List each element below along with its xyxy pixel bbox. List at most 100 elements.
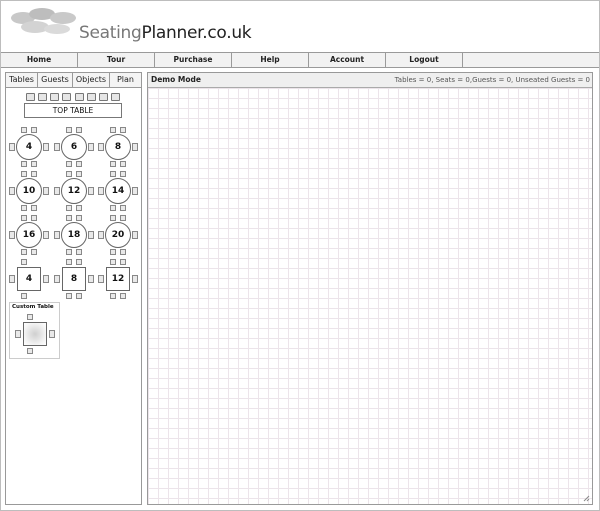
chair-icon [110,93,120,101]
table-seat-count: 4 [16,134,42,160]
chair-icon [43,275,49,283]
chair-icon [110,249,116,255]
round-table-16[interactable]: 16 [9,215,49,255]
chair-icon [66,171,72,177]
chair-icon [9,187,15,195]
nav-account[interactable]: Account [309,53,386,67]
table-seat-count: 12 [61,178,87,204]
chair-icon [132,143,138,151]
chair-icon [120,127,126,133]
chair-icon [21,215,27,221]
round-table-14[interactable]: 14 [98,171,138,211]
chair-icon [120,293,126,299]
chair-icon [88,143,94,151]
nav-purchase[interactable]: Purchase [155,53,232,67]
chair-icon [120,161,126,167]
chair-icon [110,127,116,133]
chair-icon [66,249,72,255]
chair-icon [9,275,15,283]
chair-icon [43,231,49,239]
tab-plan[interactable]: Plan [110,73,141,87]
table-seat-count: 6 [61,134,87,160]
tab-guests[interactable]: Guests [38,73,73,87]
resize-grip-icon[interactable] [582,494,590,502]
round-table-4[interactable]: 4 [9,127,49,167]
chair-icon [98,275,104,283]
table-seat-count: 4 [17,267,41,291]
tab-tables[interactable]: Tables [6,73,38,87]
custom-table-shape [23,322,47,346]
chair-icon [110,205,116,211]
round-table-20[interactable]: 20 [98,215,138,255]
chair-icon [120,171,126,177]
round-table-12[interactable]: 12 [54,171,94,211]
table-seat-count: 12 [106,267,130,291]
chair-icon [66,215,72,221]
round-table-10[interactable]: 10 [9,171,49,211]
chair-icon [86,93,96,101]
plan-stats: Tables = 0, Seats = 0,Guests = 0, Unseat… [394,76,590,84]
table-seat-count: 10 [16,178,42,204]
table-seat-count: 8 [105,134,131,160]
logo-text-dark: Planner.co.uk [141,23,252,43]
logo-mark-icon [11,8,76,34]
logo-text: SeatingPlanner.co.uk [79,23,252,43]
square-table-8[interactable]: 8 [54,259,94,299]
nav-logout[interactable]: Logout [386,53,463,67]
tab-objects[interactable]: Objects [73,73,110,87]
nav-home[interactable]: Home [1,53,78,67]
chair-icon [76,171,82,177]
chair-icon [88,187,94,195]
nav-tour[interactable]: Tour [78,53,155,67]
seating-plan-area: Demo Mode Tables = 0, Seats = 0,Guests =… [147,72,593,505]
chair-icon [110,259,116,265]
custom-table-template[interactable]: Custom Table [9,302,60,359]
square-table-4[interactable]: 4 [9,259,49,299]
round-table-18[interactable]: 18 [54,215,94,255]
chair-icon [98,231,104,239]
chair-icon [74,93,84,101]
palette-tabs: Tables Guests Objects Plan [6,73,141,88]
chair-icon [31,127,37,133]
logo[interactable]: SeatingPlanner.co.uk [9,7,252,47]
chair-icon [110,215,116,221]
table-palette-panel: Tables Guests Objects Plan TOP TABLE 4 6 [5,72,142,505]
chair-icon [76,215,82,221]
round-table-8[interactable]: 8 [98,127,138,167]
chair-icon [27,348,33,354]
chair-icon [31,215,37,221]
logo-text-light: Seating [79,23,142,43]
custom-table-preview [15,314,55,354]
chair-icon [31,205,37,211]
nav-help[interactable]: Help [232,53,309,67]
chair-icon [76,259,82,265]
top-table-template[interactable]: TOP TABLE [24,93,122,119]
chair-icon [98,93,108,101]
table-seat-count: 16 [16,222,42,248]
header: SeatingPlanner.co.uk [1,1,599,51]
chair-icon [88,231,94,239]
chair-icon [110,161,116,167]
chair-icon [120,205,126,211]
chair-icon [110,293,116,299]
chair-icon [21,171,27,177]
chair-icon [21,205,27,211]
chair-icon [76,161,82,167]
chair-icon [62,93,72,101]
plan-header: Demo Mode Tables = 0, Seats = 0,Guests =… [148,73,592,88]
chair-icon [54,143,60,151]
round-table-6[interactable]: 6 [54,127,94,167]
chair-icon [98,187,104,195]
chair-icon [76,249,82,255]
chair-icon [132,231,138,239]
square-table-12[interactable]: 12 [98,259,138,299]
chair-icon [66,259,72,265]
plan-canvas[interactable] [148,88,592,504]
chair-icon [27,314,33,320]
chair-icon [76,205,82,211]
chair-icon [120,249,126,255]
mode-label: Demo Mode [151,75,201,84]
chair-icon [21,161,27,167]
chair-icon [26,93,35,101]
chair-icon [76,293,82,299]
